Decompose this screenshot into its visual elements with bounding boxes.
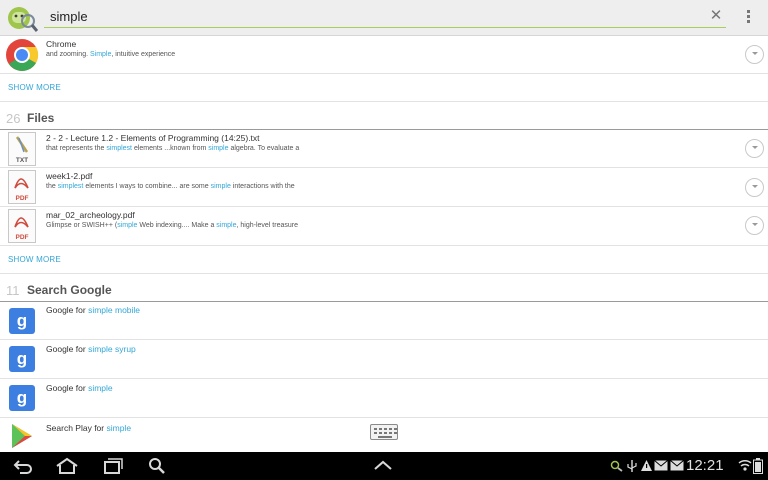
file-result-row[interactable]: PDF week1-2.pdf the simplest elements I … bbox=[0, 168, 768, 207]
snippet-text: elements ...known from bbox=[132, 145, 209, 152]
menu-dot-icon bbox=[746, 20, 750, 23]
show-more-files-link[interactable]: SHOW MORE bbox=[8, 255, 61, 264]
snippet-text: and zooming. bbox=[46, 51, 90, 58]
menu-dot-icon bbox=[746, 10, 750, 13]
pdf-file-icon: PDF bbox=[8, 209, 36, 243]
show-more-apps-link[interactable]: SHOW MORE bbox=[8, 83, 61, 92]
file-result-row[interactable]: TXT 2 - 2 - Lecture 1.2 - Elements of Pr… bbox=[0, 130, 768, 168]
result-title: 2 - 2 - Lecture 1.2 - Elements of Progra… bbox=[46, 133, 260, 143]
file-type-label: PDF bbox=[15, 195, 29, 202]
clear-search-button[interactable]: ✕ bbox=[706, 6, 726, 26]
highlighted-term: Simple bbox=[89, 51, 112, 58]
files-section-header: 26 Files bbox=[0, 108, 768, 130]
status-clock: 12:21 bbox=[686, 457, 724, 474]
menu-dot-icon bbox=[746, 15, 750, 18]
txt-file-icon: TXT bbox=[8, 132, 36, 166]
google-section-title: Search Google bbox=[27, 283, 112, 297]
divider bbox=[0, 273, 768, 274]
result-snippet: and zooming. Simple, intuitive experienc… bbox=[46, 51, 175, 58]
snippet-text: that represents the bbox=[46, 145, 107, 152]
highlighted-term: simplest bbox=[106, 145, 133, 152]
search-notification-icon bbox=[610, 460, 623, 472]
suggestion-text: Google for simple bbox=[46, 383, 113, 393]
mail-icon bbox=[670, 460, 684, 471]
highlighted-term: simple bbox=[216, 222, 237, 229]
usb-icon bbox=[627, 460, 637, 472]
pdf-file-icon: PDF bbox=[8, 170, 36, 204]
snippet-text: algebra. To evaluate a bbox=[228, 145, 300, 152]
back-icon[interactable] bbox=[12, 457, 34, 475]
expand-chevron-icon[interactable] bbox=[745, 216, 764, 235]
expand-chevron-icon[interactable] bbox=[745, 45, 764, 64]
highlighted-term: simple bbox=[208, 145, 229, 152]
highlighted-term: simple bbox=[210, 183, 231, 190]
android-search-app-icon[interactable] bbox=[6, 3, 38, 33]
app-result-chrome[interactable]: Chrome and zooming. Simple, intuitive ex… bbox=[0, 36, 768, 74]
chrome-icon bbox=[6, 39, 39, 71]
google-g-icon: g bbox=[9, 308, 35, 334]
suggestion-text: Search Play for simple bbox=[46, 423, 132, 433]
google-play-icon bbox=[12, 424, 32, 448]
snippet-text: the bbox=[46, 183, 58, 190]
expand-chevron-icon[interactable] bbox=[745, 178, 764, 197]
suggestion-text: Google for simple syrup bbox=[46, 344, 136, 354]
google-section-header: 11 Search Google bbox=[0, 280, 768, 302]
overflow-menu-button[interactable] bbox=[740, 8, 756, 28]
google-suggestion-row[interactable]: g Google for simple mobile bbox=[0, 302, 768, 340]
files-section-title: Files bbox=[27, 111, 55, 125]
keyboard-icon[interactable] bbox=[370, 424, 398, 440]
snippet-text: , high-level treasure bbox=[236, 222, 298, 229]
file-type-label: PDF bbox=[15, 234, 29, 241]
result-snippet: that represents the simplest elements ..… bbox=[46, 145, 299, 152]
file-result-row[interactable]: PDF mar_02_archeology.pdf Glimpse or SWI… bbox=[0, 207, 768, 246]
snippet-text: interactions with the bbox=[230, 183, 295, 190]
search-bar: ✕ bbox=[0, 0, 768, 36]
file-type-label: TXT bbox=[15, 157, 29, 164]
result-title: mar_02_archeology.pdf bbox=[46, 210, 135, 220]
search-icon[interactable] bbox=[148, 457, 166, 475]
expand-chevron-icon[interactable] bbox=[745, 139, 764, 158]
recent-apps-icon[interactable] bbox=[102, 457, 124, 475]
result-snippet: the simplest elements I ways to combine.… bbox=[46, 183, 295, 190]
snippet-text: , intuitive experience bbox=[111, 51, 176, 58]
search-app: ✕ Chrome and zooming. Simple, intuitive … bbox=[0, 0, 768, 480]
highlighted-term: simple bbox=[117, 222, 138, 229]
result-title: Chrome bbox=[46, 39, 77, 49]
wifi-icon bbox=[738, 459, 752, 471]
search-field bbox=[44, 6, 726, 28]
snippet-text: elements I ways to combine... are some bbox=[83, 183, 211, 190]
divider bbox=[0, 101, 768, 102]
result-snippet: Glimpse or SWISH++ (simple Web indexing.… bbox=[46, 222, 298, 229]
system-navigation-bar: 12:21 bbox=[0, 452, 768, 480]
search-input[interactable] bbox=[44, 6, 684, 26]
google-count: 11 bbox=[6, 283, 20, 298]
suggestion-text: Google for simple mobile bbox=[46, 305, 141, 315]
google-suggestion-row[interactable]: g Google for simple bbox=[0, 379, 768, 418]
home-icon[interactable] bbox=[55, 457, 79, 475]
warning-icon bbox=[641, 460, 652, 471]
battery-icon bbox=[753, 458, 763, 474]
chevron-up-icon[interactable] bbox=[372, 457, 394, 475]
result-title: week1-2.pdf bbox=[46, 171, 93, 181]
google-g-icon: g bbox=[9, 385, 35, 411]
google-suggestion-row[interactable]: g Google for simple syrup bbox=[0, 340, 768, 379]
mail-icon bbox=[654, 460, 668, 471]
google-g-icon: g bbox=[9, 346, 35, 372]
snippet-text: Glimpse or SWISH++ ( bbox=[46, 222, 118, 229]
snippet-text: Web indexing.... Make a bbox=[137, 222, 217, 229]
files-count: 26 bbox=[6, 111, 21, 126]
highlighted-term: simplest bbox=[57, 183, 84, 190]
